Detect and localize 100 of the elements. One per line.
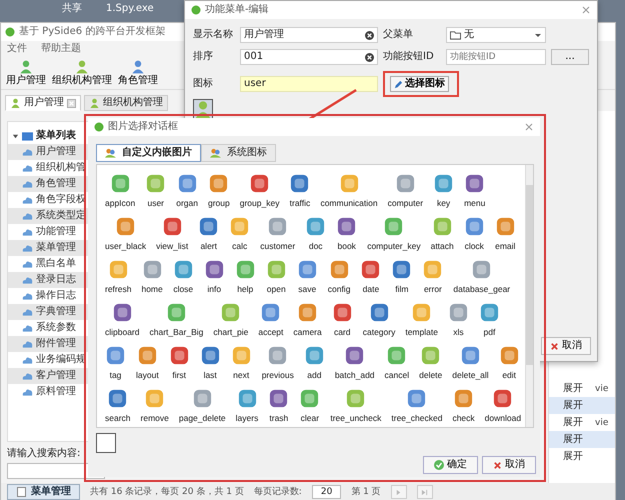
button-id-field[interactable]: 功能按钮ID [446, 49, 546, 65]
icon-option[interactable]: menu [464, 169, 486, 209]
icon-option[interactable]: check [452, 384, 475, 424]
icon-option[interactable]: home [141, 255, 163, 295]
tile-icon [332, 302, 353, 323]
icon-option[interactable]: trash [268, 384, 290, 424]
icon-option[interactable]: save [296, 255, 318, 295]
icon-option[interactable]: chart_Bar_Big [150, 298, 204, 338]
choose-icon-button[interactable]: 选择图标 [390, 76, 449, 92]
icon-option[interactable]: user [145, 169, 166, 209]
toolbar-button[interactable]: 角色管理 [115, 58, 161, 88]
page-size-field[interactable]: 20 [312, 485, 342, 499]
icon-option[interactable]: film [391, 255, 412, 295]
cancel-button[interactable]: 取消 [541, 337, 591, 355]
tab[interactable]: 自定义内嵌图片 [96, 144, 201, 162]
icon-option[interactable]: previous [262, 341, 294, 381]
icon-option[interactable]: pdf [478, 298, 500, 338]
icon-option[interactable]: close [172, 255, 194, 295]
icon-option[interactable]: info [204, 255, 225, 295]
icon-option[interactable]: download [484, 384, 522, 424]
icon-option[interactable]: batch_add [334, 341, 375, 381]
icon-option[interactable]: view_list [156, 212, 188, 252]
icon-option[interactable]: help [234, 255, 256, 295]
icon-option[interactable]: search [105, 384, 131, 424]
parent-menu-dropdown[interactable]: 无 [446, 27, 546, 43]
close-icon[interactable] [581, 5, 591, 15]
taskbar-item[interactable]: 共享 [62, 3, 82, 19]
icon-option[interactable]: layers [236, 384, 258, 424]
icon-option[interactable]: add [304, 341, 325, 381]
display-name-field[interactable]: 用户管理 [240, 27, 378, 43]
icon-option[interactable]: communication [320, 169, 378, 209]
icon-option[interactable]: xls [448, 298, 469, 338]
tab[interactable]: 系统图标 [201, 144, 276, 162]
bottom-tab[interactable]: 菜单管理 [7, 484, 80, 500]
icon-option[interactable]: next [230, 341, 252, 381]
caret-icon[interactable] [12, 132, 19, 140]
icon-option[interactable]: open [266, 255, 287, 295]
icon-option[interactable]: error [422, 255, 444, 295]
icon-option[interactable]: first [168, 341, 190, 381]
icon-option[interactable]: attach [430, 212, 454, 252]
icon-option[interactable]: alert [198, 212, 220, 252]
last-page-button[interactable] [416, 485, 433, 499]
icon-option[interactable]: delete_all [452, 341, 489, 381]
icon-option[interactable]: key [433, 169, 454, 209]
icon-option[interactable]: book [336, 212, 358, 252]
icon-option[interactable]: computer [388, 169, 424, 209]
icon-option[interactable]: edit [498, 341, 520, 381]
close-icon[interactable] [524, 122, 534, 132]
icon-option[interactable]: doc [305, 212, 326, 252]
order-field[interactable]: 001 [240, 49, 378, 65]
icon-option[interactable]: cancel [384, 341, 410, 381]
tile-icon [162, 216, 183, 237]
tab[interactable]: 组织机构管理 [84, 95, 168, 111]
clear-icon[interactable] [365, 30, 374, 40]
icon-option[interactable]: remove [140, 384, 169, 424]
tile-icon [336, 216, 358, 237]
icon-option[interactable]: customer [260, 212, 296, 252]
icon-option[interactable]: tree_checked [391, 384, 442, 424]
icon-option[interactable]: category [362, 298, 396, 338]
icon-option[interactable]: config [328, 255, 350, 295]
icon-field[interactable]: user [240, 76, 378, 92]
next-page-button[interactable] [390, 485, 407, 499]
icon-option[interactable]: accept [258, 298, 284, 338]
icon-option[interactable]: template [405, 298, 438, 338]
icon-option[interactable]: delete [419, 341, 442, 381]
close-icon[interactable] [67, 98, 76, 108]
icon-option[interactable]: traffic [289, 169, 310, 209]
icon-option[interactable]: email [494, 212, 516, 252]
icon-option[interactable]: chart_pie [213, 298, 248, 338]
icon-option[interactable]: group [208, 169, 230, 209]
icon-option[interactable]: clear [299, 384, 320, 424]
icon-option[interactable]: computer_key [367, 212, 421, 252]
icon-option[interactable]: card [332, 298, 353, 338]
toolbar-button[interactable]: 用户管理 [3, 58, 49, 88]
icon-option[interactable]: clock [464, 212, 485, 252]
icon-option[interactable]: group_key [240, 169, 280, 209]
cloud-icon [22, 323, 33, 333]
taskbar-item[interactable]: 1.Spy.exe [106, 3, 154, 19]
tile-icon [176, 173, 198, 194]
cross-icon [493, 460, 502, 470]
ok-button[interactable]: 确定 [423, 456, 478, 474]
icon-option[interactable]: page_delete [178, 384, 226, 424]
clear-icon[interactable] [365, 52, 374, 62]
menu-item[interactable]: 帮助主题 [41, 43, 81, 55]
icon-option[interactable]: calc [229, 212, 250, 252]
scrollbar[interactable] [525, 165, 533, 427]
menu-item[interactable]: 文件 [7, 43, 27, 55]
browse-button[interactable]: ... [551, 49, 589, 65]
toolbar-button[interactable]: 组织机构管理 [49, 58, 115, 88]
tile-icon [422, 259, 444, 280]
icon-option[interactable]: last [200, 341, 221, 381]
icon-option[interactable]: layout [136, 341, 159, 381]
icon-option[interactable]: organ [176, 169, 198, 209]
icon-option[interactable]: tree_uncheck [330, 384, 382, 424]
icon-option[interactable]: date [360, 255, 382, 295]
tab[interactable]: 用户管理 [5, 95, 81, 111]
icon-option[interactable]: camera [293, 298, 322, 338]
cancel-button[interactable]: 取消 [482, 456, 536, 474]
cloud-icon [22, 195, 33, 205]
icon-option[interactable]: database_gear [453, 255, 510, 295]
